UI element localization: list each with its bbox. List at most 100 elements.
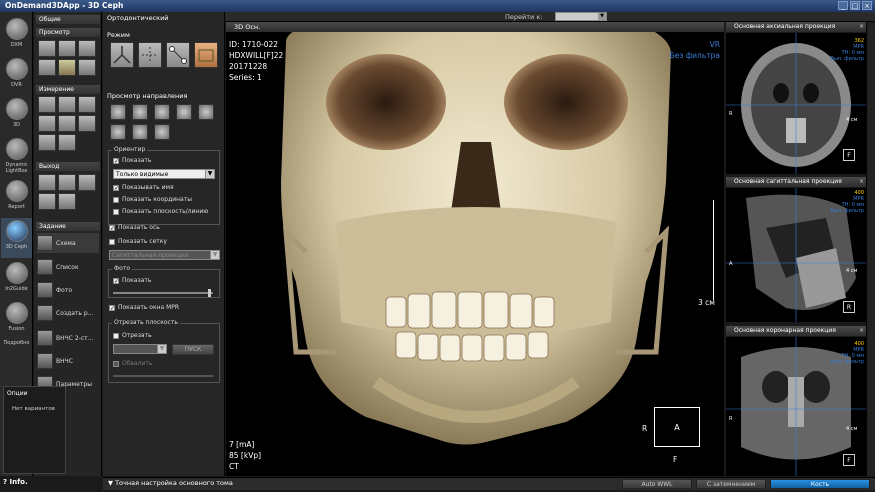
arrow-tool[interactable]: [78, 115, 96, 132]
tmj2-icon: [37, 330, 53, 346]
bone-preset-button[interactable]: Кость: [770, 479, 870, 489]
grid-select[interactable]: Сагиттальная проекция ▼: [109, 250, 220, 260]
visibility-select[interactable]: Только видимые ▼: [113, 169, 215, 179]
mode-skull-button[interactable]: [194, 42, 218, 68]
dir-right-button[interactable]: [176, 104, 192, 120]
angle-tool[interactable]: [58, 96, 76, 113]
pan-tool[interactable]: [38, 40, 56, 57]
disc-tool[interactable]: [58, 193, 76, 210]
dir-front-right-button[interactable]: [154, 124, 170, 140]
minimize-icon[interactable]: _: [838, 1, 848, 10]
show-coords-checkbox[interactable]: Показать координаты: [113, 196, 192, 203]
cut-plane-select[interactable]: ▼: [113, 344, 167, 354]
show-grid-checkbox[interactable]: Показать сетку: [109, 238, 167, 245]
task-tmj[interactable]: ВНЧС: [37, 351, 99, 371]
nav-more[interactable]: Подробно: [1, 340, 32, 346]
close-icon[interactable]: ×: [859, 326, 864, 336]
dir-top-button[interactable]: [198, 104, 214, 120]
zoom-tool[interactable]: [78, 40, 96, 57]
ortho-title: Ортодонтический: [107, 14, 169, 22]
goto-select[interactable]: ▼: [555, 12, 607, 21]
options-title: Опции: [7, 390, 28, 397]
task-photo[interactable]: Фото: [37, 280, 99, 300]
measure-section[interactable]: Измерение: [36, 85, 100, 94]
dir-bottom-button[interactable]: [110, 124, 126, 140]
task-list[interactable]: Список: [37, 257, 99, 277]
list-icon: [37, 259, 53, 275]
slider-thumb[interactable]: [208, 289, 211, 297]
window-tool[interactable]: [38, 59, 56, 76]
orient-right: R: [642, 424, 648, 433]
check-icon: ✓: [109, 304, 116, 312]
export-tool[interactable]: [78, 174, 96, 191]
photo-show-checkbox[interactable]: ✓ Показать: [113, 277, 151, 284]
auto-wwl-button[interactable]: Auto WWL: [622, 479, 692, 489]
task-scheme[interactable]: Схема: [37, 233, 99, 253]
skull-icon: [198, 49, 214, 62]
info-button[interactable]: ? Info.: [3, 478, 28, 486]
mode-axes-button[interactable]: [110, 42, 134, 68]
measure-tools: [38, 96, 96, 151]
show-mpr-checkbox[interactable]: ✓ Показать окна MPR: [109, 304, 179, 311]
sagittal-view-header: Основная сагиттальная проекция ×: [726, 177, 866, 187]
nav-fusion[interactable]: Fusion: [1, 302, 32, 332]
cut-slider[interactable]: [113, 375, 213, 377]
dir-left-button[interactable]: [154, 104, 170, 120]
show-planes-checkbox[interactable]: Показать плоскость/линию: [113, 208, 208, 215]
close-icon[interactable]: ×: [862, 1, 872, 10]
nav-lightbox[interactable]: Dynamic LightBox: [1, 138, 32, 174]
orientation-cube: A: [654, 407, 700, 447]
view-section[interactable]: Просмотр: [36, 28, 100, 37]
3d-viewport[interactable]: [226, 22, 724, 476]
view-tools: [38, 40, 96, 76]
ruler-tool[interactable]: [38, 96, 56, 113]
maximize-icon[interactable]: □: [850, 1, 860, 10]
nav-3d-ceph[interactable]: 3D Ceph: [1, 218, 32, 258]
nav-3d[interactable]: 3D: [1, 98, 32, 128]
shading-button[interactable]: С затемнением: [696, 479, 766, 489]
task-section[interactable]: Задание: [36, 222, 100, 231]
in2guide-icon: [5, 262, 28, 284]
line-tool[interactable]: [58, 115, 76, 132]
area-tool[interactable]: [78, 96, 96, 113]
task-tmj2[interactable]: ВНЧС 2-ст...: [37, 328, 99, 348]
right-scrollbar[interactable]: [866, 22, 875, 476]
mode-line-button[interactable]: [166, 42, 190, 68]
delete-tool[interactable]: [58, 134, 76, 151]
check-icon: ✓: [113, 157, 120, 165]
dir-back-button[interactable]: [132, 104, 148, 120]
orient-show-checkbox[interactable]: ✓ Показать: [113, 157, 151, 164]
dir-front-left-button[interactable]: [132, 124, 148, 140]
check-icon: ✓: [113, 184, 120, 192]
dir-front-button[interactable]: [110, 104, 126, 120]
dxm-icon: [5, 18, 28, 40]
text-tool[interactable]: [38, 134, 56, 151]
nav-dxm[interactable]: DXM: [1, 18, 32, 48]
close-icon[interactable]: ×: [859, 22, 864, 32]
nav-dvr[interactable]: DVR: [1, 58, 32, 88]
cut-checkbox[interactable]: Отрезать: [113, 332, 152, 339]
rotate-tool[interactable]: [58, 40, 76, 57]
check-icon: ✓: [109, 224, 116, 232]
fusion-icon: [5, 302, 28, 324]
flip-checkbox[interactable]: Обвалить: [113, 360, 152, 367]
photo-opacity-slider[interactable]: [113, 289, 213, 297]
capture-tool[interactable]: [58, 174, 76, 191]
output-section[interactable]: Выход: [36, 162, 100, 171]
start-button[interactable]: ПУСК: [172, 344, 214, 355]
brightness-tool[interactable]: [58, 59, 76, 76]
axial-view-header: Основная аксиальная проекция ×: [726, 22, 866, 32]
save-tool[interactable]: [38, 193, 56, 210]
coronal-side: R: [729, 416, 733, 422]
point-tool[interactable]: [38, 115, 56, 132]
nav-report[interactable]: Report: [1, 180, 32, 210]
close-icon[interactable]: ×: [859, 177, 864, 187]
reset-tool[interactable]: [78, 59, 96, 76]
show-name-checkbox[interactable]: ✓ Показывать имя: [113, 184, 174, 191]
print-tool[interactable]: [38, 174, 56, 191]
show-axis-checkbox[interactable]: ✓ Показать ось: [109, 224, 160, 231]
nav-in2guide[interactable]: In2Guide: [1, 262, 32, 292]
general-header[interactable]: Общие: [36, 15, 100, 24]
mode-points-button[interactable]: [138, 42, 162, 68]
task-create[interactable]: Создать р...: [37, 303, 99, 323]
